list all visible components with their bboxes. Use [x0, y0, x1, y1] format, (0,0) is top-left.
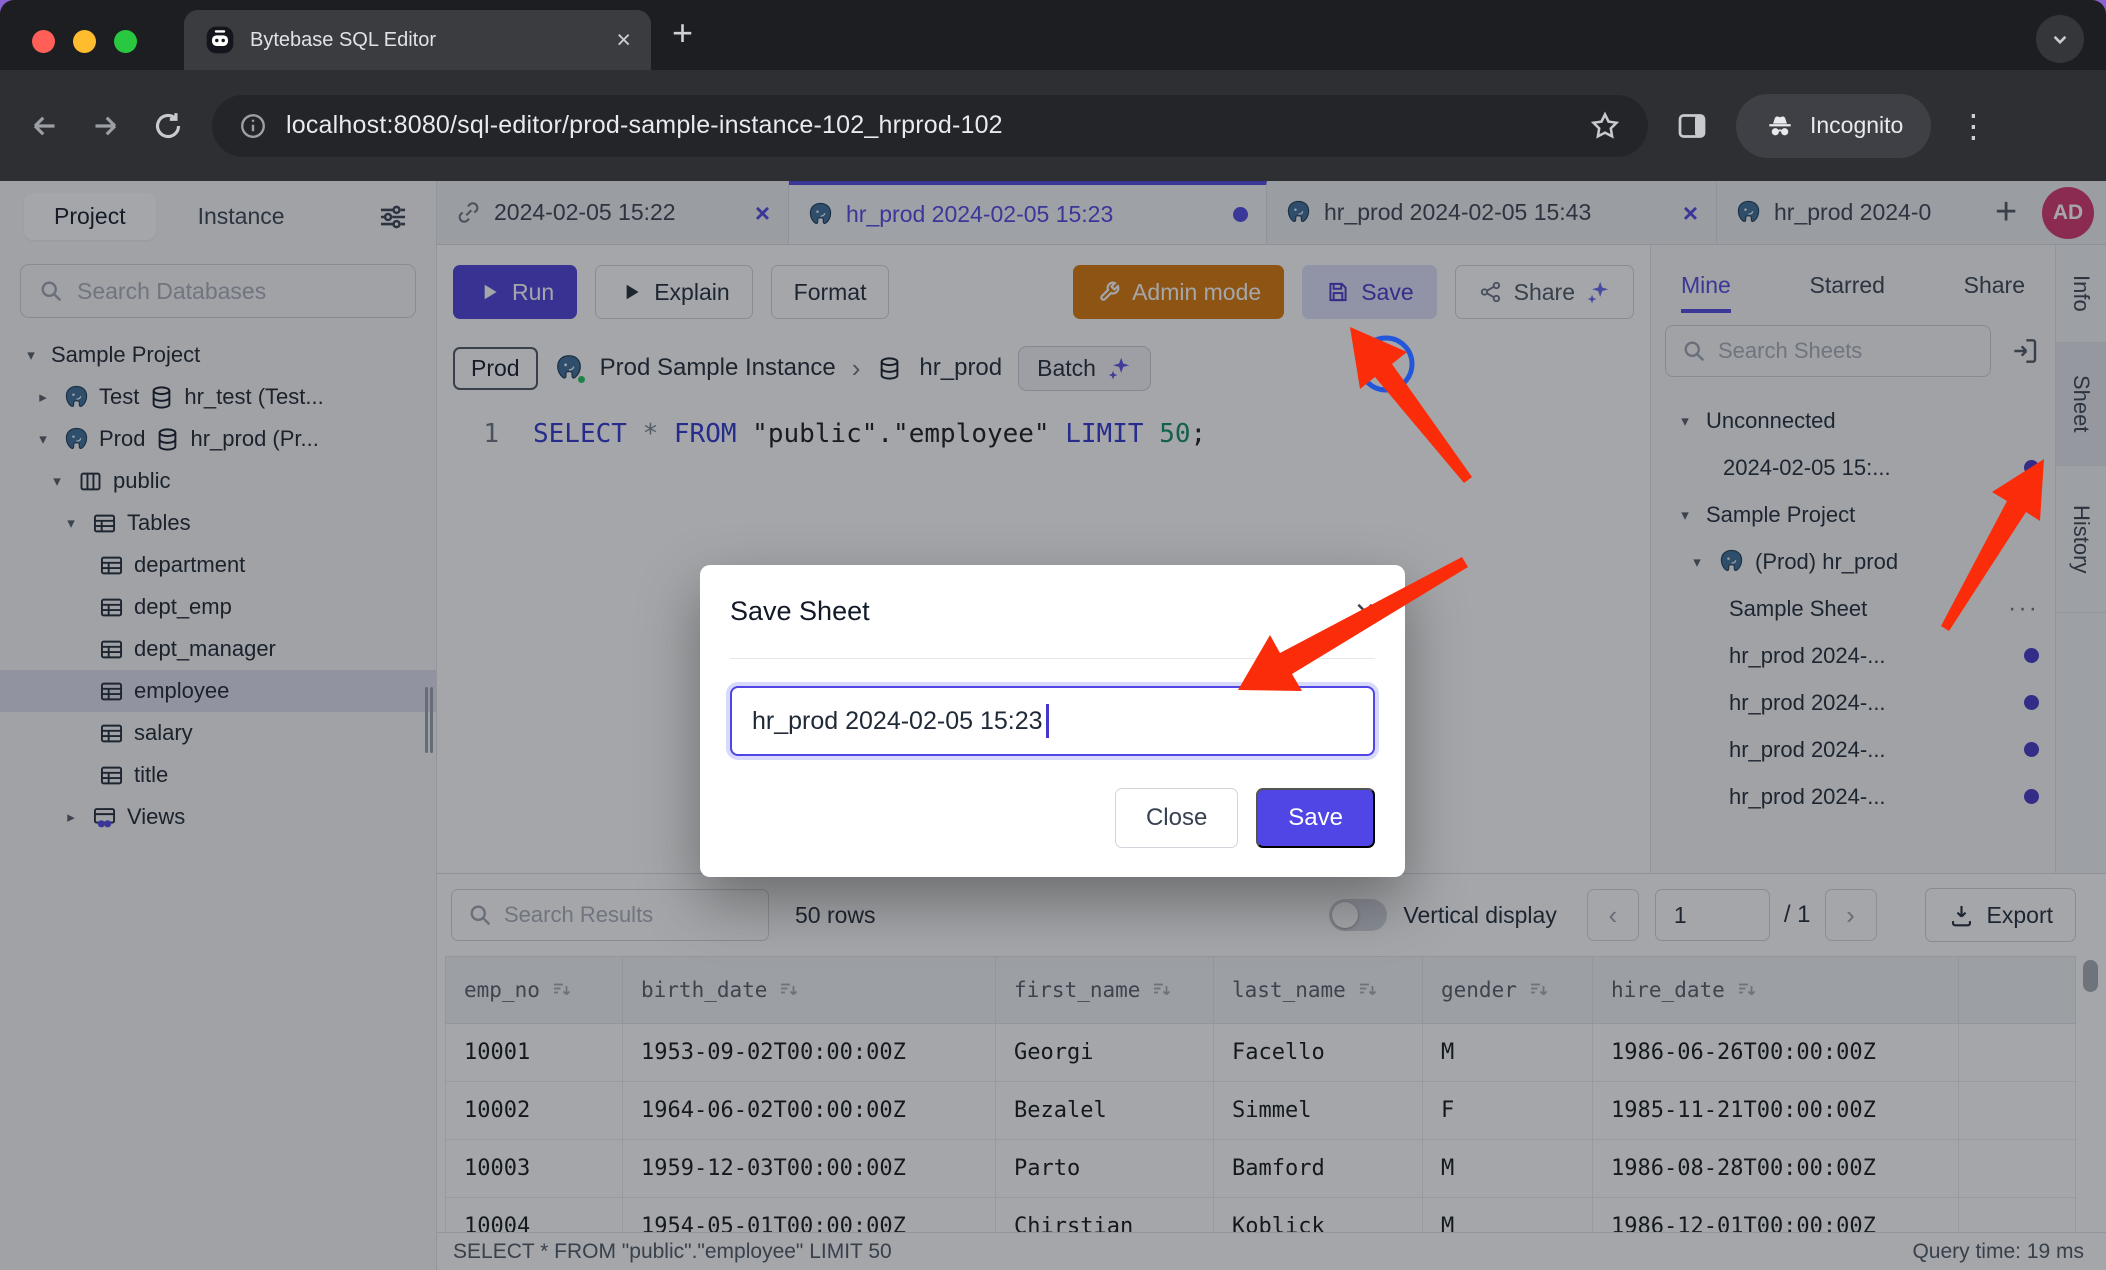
tab-search-button[interactable]	[2036, 15, 2084, 63]
maximize-window-button[interactable]	[114, 30, 137, 53]
incognito-icon	[1764, 110, 1796, 142]
browser-toolbar: localhost:8080/sql-editor/prod-sample-in…	[0, 70, 2106, 181]
forward-icon[interactable]	[88, 108, 124, 144]
bytebase-favicon-icon	[204, 24, 236, 56]
sheet-name-input[interactable]: hr_prod 2024-02-05 15:23	[730, 686, 1375, 756]
save-button[interactable]: Save	[1256, 788, 1375, 848]
dialog-title: Save Sheet	[730, 596, 870, 627]
close-window-button[interactable]	[32, 30, 55, 53]
close-dialog-icon[interactable]: ×	[1355, 595, 1375, 629]
chevron-down-icon	[2047, 26, 2073, 52]
back-icon[interactable]	[26, 108, 62, 144]
incognito-label: Incognito	[1810, 112, 1903, 139]
close-button[interactable]: Close	[1115, 788, 1238, 848]
minimize-window-button[interactable]	[73, 30, 96, 53]
new-tab-icon[interactable]: +	[672, 12, 693, 54]
sheet-name-value: hr_prod 2024-02-05 15:23	[752, 707, 1043, 736]
address-bar[interactable]: localhost:8080/sql-editor/prod-sample-in…	[212, 95, 1648, 157]
browser-menu-icon[interactable]: ⋮	[1957, 107, 1989, 145]
bookmark-star-icon[interactable]	[1588, 109, 1622, 143]
window-controls	[32, 30, 137, 53]
url-text: localhost:8080/sql-editor/prod-sample-in…	[286, 111, 1570, 140]
reload-icon[interactable]	[150, 108, 186, 144]
save-sheet-dialog: Save Sheet × hr_prod 2024-02-05 15:23 Cl…	[700, 565, 1405, 877]
bytebase-app: Project Instance ▾Sample Project▸Testhr_…	[0, 181, 2106, 1270]
close-tab-icon[interactable]: ×	[616, 28, 631, 53]
browser-tab-strip: Bytebase SQL Editor × +	[0, 0, 2106, 70]
text-caret	[1046, 704, 1049, 738]
site-info-icon[interactable]	[238, 111, 268, 141]
side-panel-icon[interactable]	[1674, 108, 1710, 144]
browser-tab[interactable]: Bytebase SQL Editor ×	[184, 10, 651, 70]
browser-tab-title: Bytebase SQL Editor	[250, 29, 602, 52]
incognito-badge: Incognito	[1736, 94, 1931, 158]
